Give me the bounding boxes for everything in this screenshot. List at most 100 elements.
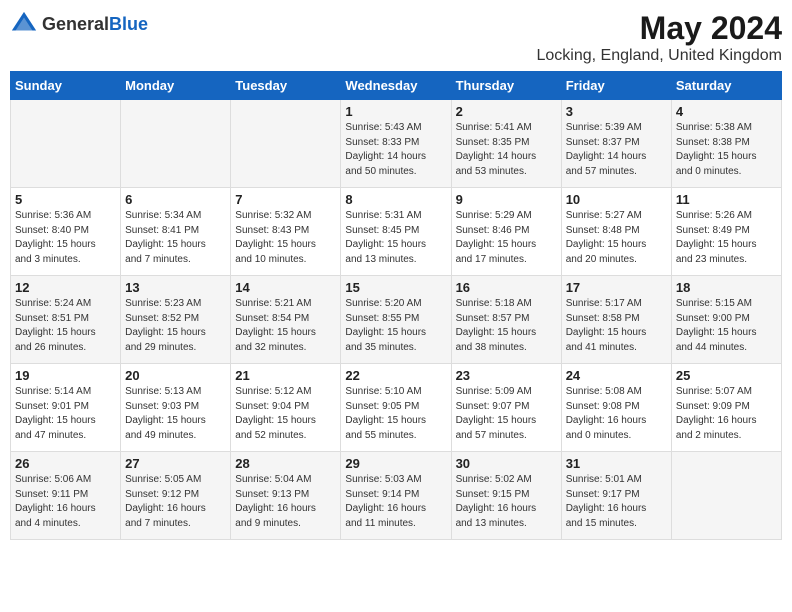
day-number: 24 [566, 368, 667, 383]
cell-content: Sunrise: 5:07 AM Sunset: 9:09 PM Dayligh… [676, 385, 777, 443]
day-number: 1 [345, 104, 446, 119]
calendar-cell: 2Sunrise: 5:41 AM Sunset: 8:35 PM Daylig… [451, 100, 561, 188]
logo: GeneralBlue [10, 10, 148, 38]
cell-content: Sunrise: 5:17 AM Sunset: 8:58 PM Dayligh… [566, 297, 667, 355]
logo-text-blue: Blue [109, 14, 148, 34]
cell-content: Sunrise: 5:36 AM Sunset: 8:40 PM Dayligh… [15, 209, 116, 267]
day-number: 28 [235, 456, 336, 471]
day-number: 31 [566, 456, 667, 471]
cell-content: Sunrise: 5:26 AM Sunset: 8:49 PM Dayligh… [676, 209, 777, 267]
calendar-cell: 17Sunrise: 5:17 AM Sunset: 8:58 PM Dayli… [561, 276, 671, 364]
day-number: 4 [676, 104, 777, 119]
calendar-cell: 8 Sunrise: 5:31 AM Sunset: 8:45 PM Daylig… [341, 188, 451, 276]
calendar-cell: 24Sunrise: 5:08 AM Sunset: 9:08 PM Dayli… [561, 364, 671, 452]
day-number: 7 [235, 192, 336, 207]
calendar-table: SundayMondayTuesdayWednesdayThursdayFrid… [10, 71, 782, 540]
day-number: 5 [15, 192, 116, 207]
calendar-cell: 23Sunrise: 5:09 AM Sunset: 9:07 PM Dayli… [451, 364, 561, 452]
day-number: 3 [566, 104, 667, 119]
cell-content: Sunrise: 5:12 AM Sunset: 9:04 PM Dayligh… [235, 385, 336, 443]
calendar-cell: 18Sunrise: 5:15 AM Sunset: 9:00 PM Dayli… [671, 276, 781, 364]
calendar-cell: 28Sunrise: 5:04 AM Sunset: 9:13 PM Dayli… [231, 452, 341, 540]
cell-content: Sunrise: 5:23 AM Sunset: 8:52 PM Dayligh… [125, 297, 226, 355]
calendar-cell [671, 452, 781, 540]
day-number: 10 [566, 192, 667, 207]
weekday-header: Wednesday [341, 72, 451, 100]
subtitle: Locking, England, United Kingdom [537, 47, 783, 65]
cell-content: Sunrise: 5:02 AM Sunset: 9:15 PM Dayligh… [456, 473, 557, 531]
calendar-cell: 5 Sunrise: 5:36 AM Sunset: 8:40 PM Daylig… [11, 188, 121, 276]
calendar-cell: 6 Sunrise: 5:34 AM Sunset: 8:41 PM Daylig… [121, 188, 231, 276]
day-number: 25 [676, 368, 777, 383]
day-number: 18 [676, 280, 777, 295]
day-number: 8 [345, 192, 446, 207]
day-number: 13 [125, 280, 226, 295]
calendar-cell: 19 Sunrise: 5:14 AM Sunset: 9:01 PM Dayli… [11, 364, 121, 452]
calendar-cell: 26 Sunrise: 5:06 AM Sunset: 9:11 PM Dayli… [11, 452, 121, 540]
title-area: May 2024 Locking, England, United Kingdo… [537, 10, 783, 65]
day-number: 6 [125, 192, 226, 207]
day-number: 2 [456, 104, 557, 119]
calendar-cell: 15 Sunrise: 5:20 AM Sunset: 8:55 PM Dayli… [341, 276, 451, 364]
page-header: GeneralBlue May 2024 Locking, England, U… [10, 10, 782, 65]
cell-content: Sunrise: 5:32 AM Sunset: 8:43 PM Dayligh… [235, 209, 336, 267]
calendar-cell: 1 Sunrise: 5:43 AM Sunset: 8:33 PM Daylig… [341, 100, 451, 188]
calendar-cell: 12 Sunrise: 5:24 AM Sunset: 8:51 PM Dayli… [11, 276, 121, 364]
calendar-week-row: 5 Sunrise: 5:36 AM Sunset: 8:40 PM Daylig… [11, 188, 782, 276]
day-number: 12 [15, 280, 116, 295]
logo-text-general: General [42, 14, 109, 34]
calendar-cell [11, 100, 121, 188]
logo-icon [10, 10, 38, 38]
calendar-cell: 4Sunrise: 5:38 AM Sunset: 8:38 PM Daylig… [671, 100, 781, 188]
cell-content: Sunrise: 5:03 AM Sunset: 9:14 PM Dayligh… [345, 473, 446, 531]
main-title: May 2024 [537, 10, 783, 47]
day-number: 9 [456, 192, 557, 207]
day-number: 19 [15, 368, 116, 383]
calendar-cell: 11Sunrise: 5:26 AM Sunset: 8:49 PM Dayli… [671, 188, 781, 276]
header-row: SundayMondayTuesdayWednesdayThursdayFrid… [11, 72, 782, 100]
calendar-cell [231, 100, 341, 188]
day-number: 29 [345, 456, 446, 471]
cell-content: Sunrise: 5:14 AM Sunset: 9:01 PM Dayligh… [15, 385, 116, 443]
calendar-cell: 27Sunrise: 5:05 AM Sunset: 9:12 PM Dayli… [121, 452, 231, 540]
cell-content: Sunrise: 5:20 AM Sunset: 8:55 PM Dayligh… [345, 297, 446, 355]
day-number: 30 [456, 456, 557, 471]
cell-content: Sunrise: 5:31 AM Sunset: 8:45 PM Dayligh… [345, 209, 446, 267]
calendar-cell: 3 Sunrise: 5:39 AM Sunset: 8:37 PM Daylig… [561, 100, 671, 188]
day-number: 16 [456, 280, 557, 295]
calendar-cell: 16Sunrise: 5:18 AM Sunset: 8:57 PM Dayli… [451, 276, 561, 364]
cell-content: Sunrise: 5:06 AM Sunset: 9:11 PM Dayligh… [15, 473, 116, 531]
cell-content: Sunrise: 5:24 AM Sunset: 8:51 PM Dayligh… [15, 297, 116, 355]
day-number: 27 [125, 456, 226, 471]
cell-content: Sunrise: 5:13 AM Sunset: 9:03 PM Dayligh… [125, 385, 226, 443]
calendar-week-row: 26 Sunrise: 5:06 AM Sunset: 9:11 PM Dayli… [11, 452, 782, 540]
weekday-header: Monday [121, 72, 231, 100]
calendar-cell: 21 Sunrise: 5:12 AM Sunset: 9:04 PM Dayli… [231, 364, 341, 452]
day-number: 21 [235, 368, 336, 383]
weekday-header: Tuesday [231, 72, 341, 100]
cell-content: Sunrise: 5:21 AM Sunset: 8:54 PM Dayligh… [235, 297, 336, 355]
calendar-cell: 20 Sunrise: 5:13 AM Sunset: 9:03 PM Dayli… [121, 364, 231, 452]
calendar-cell: 31 Sunrise: 5:01 AM Sunset: 9:17 PM Dayli… [561, 452, 671, 540]
cell-content: Sunrise: 5:43 AM Sunset: 8:33 PM Dayligh… [345, 121, 446, 179]
day-number: 20 [125, 368, 226, 383]
calendar-week-row: 12 Sunrise: 5:24 AM Sunset: 8:51 PM Dayli… [11, 276, 782, 364]
calendar-week-row: 1 Sunrise: 5:43 AM Sunset: 8:33 PM Daylig… [11, 100, 782, 188]
cell-content: Sunrise: 5:10 AM Sunset: 9:05 PM Dayligh… [345, 385, 446, 443]
cell-content: Sunrise: 5:34 AM Sunset: 8:41 PM Dayligh… [125, 209, 226, 267]
calendar-cell [121, 100, 231, 188]
cell-content: Sunrise: 5:01 AM Sunset: 9:17 PM Dayligh… [566, 473, 667, 531]
weekday-header: Friday [561, 72, 671, 100]
weekday-header: Thursday [451, 72, 561, 100]
weekday-header: Sunday [11, 72, 121, 100]
weekday-header: Saturday [671, 72, 781, 100]
calendar-cell: 29 Sunrise: 5:03 AM Sunset: 9:14 PM Dayli… [341, 452, 451, 540]
calendar-cell: 25 Sunrise: 5:07 AM Sunset: 9:09 PM Dayli… [671, 364, 781, 452]
calendar-cell: 22Sunrise: 5:10 AM Sunset: 9:05 PM Dayli… [341, 364, 451, 452]
day-number: 15 [345, 280, 446, 295]
day-number: 26 [15, 456, 116, 471]
calendar-cell: 13 Sunrise: 5:23 AM Sunset: 8:52 PM Dayli… [121, 276, 231, 364]
calendar-cell: 14Sunrise: 5:21 AM Sunset: 8:54 PM Dayli… [231, 276, 341, 364]
cell-content: Sunrise: 5:39 AM Sunset: 8:37 PM Dayligh… [566, 121, 667, 179]
calendar-cell: 7 Sunrise: 5:32 AM Sunset: 8:43 PM Daylig… [231, 188, 341, 276]
